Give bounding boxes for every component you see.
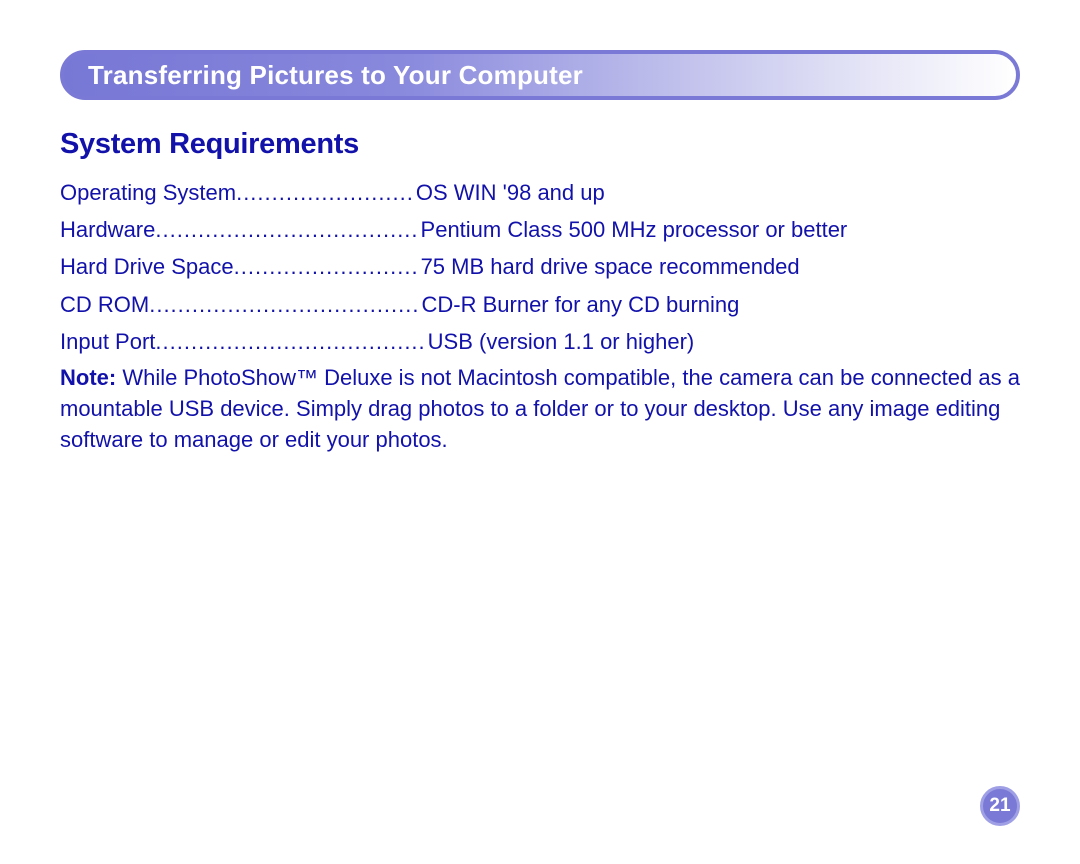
page-number: 21 bbox=[989, 795, 1010, 817]
requirement-row: CD ROM .................................… bbox=[60, 287, 1020, 322]
requirement-value: 75 MB hard drive space recommended bbox=[419, 249, 800, 284]
requirement-dots: ...................................... bbox=[149, 287, 419, 322]
requirement-label: CD ROM bbox=[60, 287, 149, 322]
requirement-label: Hardware bbox=[60, 212, 155, 247]
requirement-row: Hard Drive Space .......................… bbox=[60, 249, 1020, 284]
requirement-value: OS WIN '98 and up bbox=[414, 175, 605, 210]
requirement-row: Operating System .......................… bbox=[60, 175, 1020, 210]
requirement-row: Hardware ...............................… bbox=[60, 212, 1020, 247]
requirement-dots: .......................... bbox=[234, 249, 419, 284]
note-text: While PhotoShow™ Deluxe is not Macintosh… bbox=[60, 365, 1020, 452]
requirement-row: Input Port .............................… bbox=[60, 324, 1020, 359]
requirement-label: Hard Drive Space bbox=[60, 249, 234, 284]
note-label: Note: bbox=[60, 365, 116, 390]
requirement-value: Pentium Class 500 MHz processor or bette… bbox=[419, 212, 848, 247]
note-block: Note: While PhotoShow™ Deluxe is not Mac… bbox=[60, 363, 1020, 455]
section-heading: System Requirements bbox=[60, 128, 1020, 161]
page-number-badge: 21 bbox=[980, 786, 1020, 826]
requirement-label: Input Port bbox=[60, 324, 155, 359]
requirement-label: Operating System bbox=[60, 175, 236, 210]
requirement-value: USB (version 1.1 or higher) bbox=[426, 324, 695, 359]
requirements-list: Operating System .......................… bbox=[60, 175, 1020, 359]
requirement-dots: ..................................... bbox=[155, 212, 418, 247]
header-bar: Transferring Pictures to Your Computer bbox=[60, 50, 1020, 100]
requirement-dots: ......................... bbox=[236, 175, 414, 210]
header-title: Transferring Pictures to Your Computer bbox=[88, 60, 583, 91]
requirement-value: CD-R Burner for any CD burning bbox=[420, 287, 740, 322]
requirement-dots: ...................................... bbox=[155, 324, 425, 359]
